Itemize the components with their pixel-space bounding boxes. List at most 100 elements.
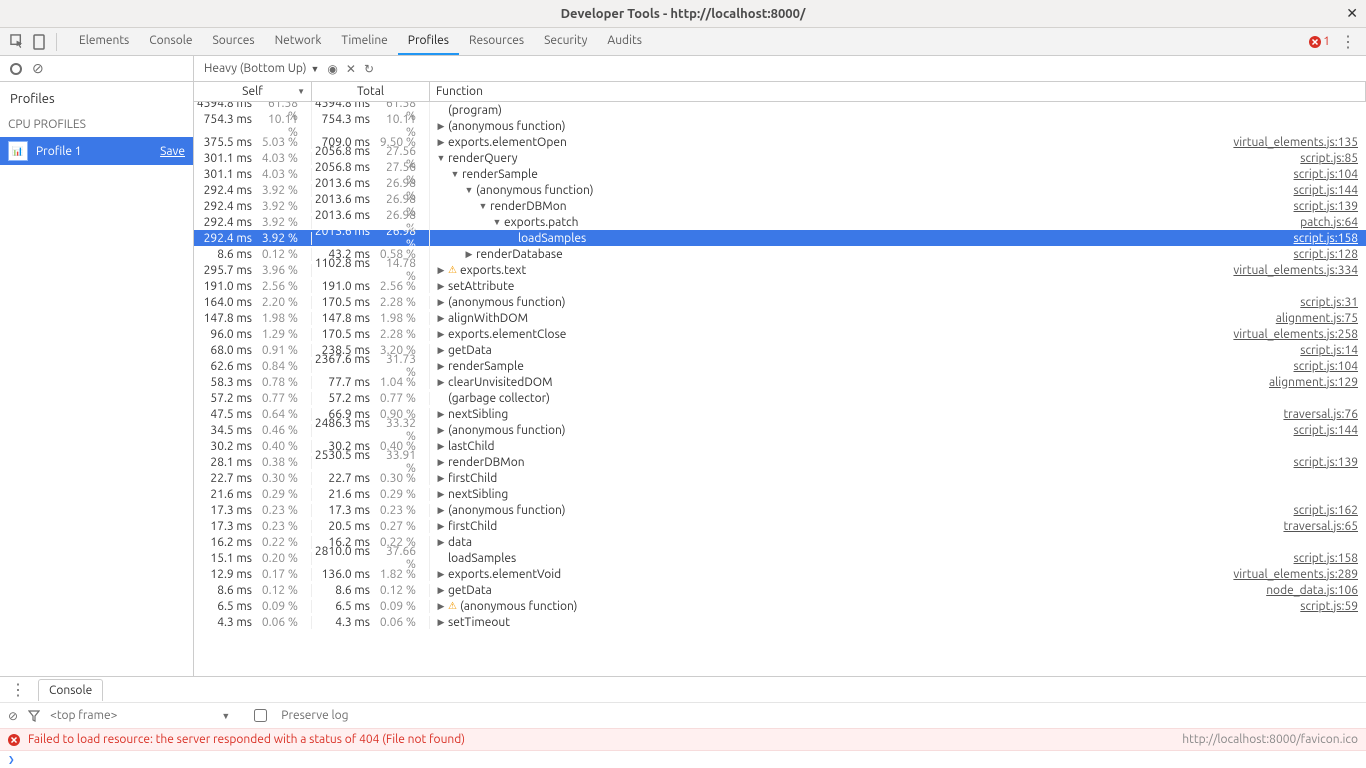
table-row[interactable]: 6.5 ms0.09 %6.5 ms0.09 %▶⚠(anonymous fun…: [194, 598, 1366, 614]
source-link[interactable]: virtual_elements.js:135: [1233, 136, 1366, 149]
col-total[interactable]: Total: [312, 82, 430, 101]
tab-profiles[interactable]: Profiles: [398, 28, 459, 55]
frame-selector[interactable]: <top frame> ▼: [50, 709, 230, 722]
table-row[interactable]: 191.0 ms2.56 %191.0 ms2.56 %▶setAttribut…: [194, 278, 1366, 294]
console-error-row[interactable]: Failed to load resource: the server resp…: [0, 728, 1366, 751]
filter-icon[interactable]: [28, 710, 40, 722]
source-link[interactable]: virtual_elements.js:258: [1233, 328, 1366, 341]
table-row[interactable]: 22.7 ms0.30 %22.7 ms0.30 %▶firstChild: [194, 470, 1366, 486]
expander-icon[interactable]: ▶: [436, 137, 446, 148]
preserve-log-checkbox[interactable]: [254, 709, 267, 722]
source-link[interactable]: script.js:31: [1300, 296, 1366, 309]
expander-icon[interactable]: ▶: [436, 537, 446, 548]
expander-icon[interactable]: ▶: [436, 617, 446, 628]
table-row[interactable]: 147.8 ms1.98 %147.8 ms1.98 %▶alignWithDO…: [194, 310, 1366, 326]
source-link[interactable]: script.js:162: [1294, 504, 1366, 517]
profile-grid[interactable]: Self Total Function 4594.8 ms61.58 %4594…: [194, 82, 1366, 676]
tab-resources[interactable]: Resources: [459, 28, 534, 55]
source-link[interactable]: script.js:139: [1294, 456, 1366, 469]
table-row[interactable]: 58.3 ms0.78 %77.7 ms1.04 %▶clearUnvisite…: [194, 374, 1366, 390]
source-link[interactable]: patch.js:64: [1300, 216, 1366, 229]
expander-icon[interactable]: ▼: [478, 201, 488, 211]
console-prompt[interactable]: ❯: [0, 751, 1366, 768]
expander-icon[interactable]: ▶: [436, 601, 446, 612]
expander-icon[interactable]: ▶: [436, 409, 446, 420]
table-row[interactable]: 28.1 ms0.38 %2530.5 ms33.91 %▶renderDBMo…: [194, 454, 1366, 470]
table-row[interactable]: 17.3 ms0.23 %20.5 ms0.27 %▶firstChildtra…: [194, 518, 1366, 534]
source-link[interactable]: script.js:158: [1294, 232, 1366, 245]
source-link[interactable]: traversal.js:65: [1283, 520, 1366, 533]
expander-icon[interactable]: ▶: [436, 585, 446, 596]
source-link[interactable]: virtual_elements.js:289: [1233, 568, 1366, 581]
clear-console-icon[interactable]: ⊘: [8, 709, 18, 723]
refresh-icon[interactable]: ↻: [364, 62, 374, 76]
table-row[interactable]: 164.0 ms2.20 %170.5 ms2.28 %▶(anonymous …: [194, 294, 1366, 310]
expander-icon[interactable]: ▶: [436, 281, 446, 292]
source-link[interactable]: script.js:104: [1294, 168, 1366, 181]
source-link[interactable]: script.js:14: [1300, 344, 1366, 357]
expander-icon[interactable]: ▶: [436, 361, 446, 372]
source-link[interactable]: traversal.js:76: [1283, 408, 1366, 421]
source-link[interactable]: node_data.js:106: [1266, 584, 1366, 597]
table-row[interactable]: 62.6 ms0.84 %2367.6 ms31.73 %▶renderSamp…: [194, 358, 1366, 374]
table-row[interactable]: 57.2 ms0.77 %57.2 ms0.77 %(garbage colle…: [194, 390, 1366, 406]
source-link[interactable]: script.js:144: [1294, 424, 1366, 437]
table-row[interactable]: 21.6 ms0.29 %21.6 ms0.29 %▶nextSibling: [194, 486, 1366, 502]
table-row[interactable]: 15.1 ms0.20 %2810.0 ms37.66 %loadSamples…: [194, 550, 1366, 566]
close-icon[interactable]: ✕: [346, 62, 356, 76]
tab-elements[interactable]: Elements: [69, 28, 139, 55]
menu-icon[interactable]: ⋮: [1336, 32, 1360, 51]
table-row[interactable]: 96.0 ms1.29 %170.5 ms2.28 %▶exports.elem…: [194, 326, 1366, 342]
table-row[interactable]: 292.4 ms3.92 %2013.6 ms26.98 %loadSample…: [194, 230, 1366, 246]
source-link[interactable]: script.js:59: [1300, 600, 1366, 613]
table-row[interactable]: 17.3 ms0.23 %17.3 ms0.23 %▶(anonymous fu…: [194, 502, 1366, 518]
source-link[interactable]: script.js:139: [1294, 200, 1366, 213]
col-self[interactable]: Self: [194, 82, 312, 101]
expander-icon[interactable]: ▶: [436, 297, 446, 308]
expander-icon[interactable]: ▶: [436, 121, 446, 132]
expander-icon[interactable]: ▼: [492, 217, 502, 227]
device-icon[interactable]: [28, 31, 50, 53]
expander-icon[interactable]: ▼: [464, 185, 474, 195]
expander-icon[interactable]: ▶: [436, 313, 446, 324]
save-link[interactable]: Save: [160, 145, 185, 158]
table-row[interactable]: 4.3 ms0.06 %4.3 ms0.06 %▶setTimeout: [194, 614, 1366, 630]
tab-timeline[interactable]: Timeline: [331, 28, 397, 55]
focus-icon[interactable]: ◉: [327, 62, 337, 76]
expander-icon[interactable]: ▼: [436, 153, 446, 163]
expander-icon[interactable]: ▶: [436, 473, 446, 484]
view-mode-dropdown[interactable]: Heavy (Bottom Up) ▼: [204, 62, 319, 75]
source-link[interactable]: alignment.js:75: [1276, 312, 1366, 325]
expander-icon[interactable]: ▶: [436, 489, 446, 500]
clear-icon[interactable]: ⊘: [32, 60, 44, 77]
source-link[interactable]: script.js:144: [1294, 184, 1366, 197]
inspect-icon[interactable]: [6, 31, 28, 53]
source-link[interactable]: script.js:104: [1294, 360, 1366, 373]
table-row[interactable]: 754.3 ms10.11 %754.3 ms10.11 %▶(anonymou…: [194, 118, 1366, 134]
table-row[interactable]: 295.7 ms3.96 %1102.8 ms14.78 %▶⚠exports.…: [194, 262, 1366, 278]
expander-icon[interactable]: ▶: [436, 377, 446, 388]
expander-icon[interactable]: ▶: [436, 521, 446, 532]
source-link[interactable]: virtual_elements.js:334: [1233, 264, 1366, 277]
expander-icon[interactable]: ▶: [436, 505, 446, 516]
source-link[interactable]: alignment.js:129: [1269, 376, 1366, 389]
drawer-menu-icon[interactable]: ⋮: [6, 680, 30, 699]
table-row[interactable]: 34.5 ms0.46 %2486.3 ms33.32 %▶(anonymous…: [194, 422, 1366, 438]
source-link[interactable]: script.js:128: [1294, 248, 1366, 261]
tab-audits[interactable]: Audits: [597, 28, 652, 55]
source-link[interactable]: script.js:85: [1300, 152, 1366, 165]
expander-icon[interactable]: ▶: [436, 329, 446, 340]
tab-console[interactable]: Console: [139, 28, 202, 55]
tab-network[interactable]: Network: [265, 28, 332, 55]
expander-icon[interactable]: ▶: [436, 345, 446, 356]
tab-sources[interactable]: Sources: [202, 28, 264, 55]
drawer-tab-console[interactable]: Console: [38, 679, 103, 701]
source-link[interactable]: script.js:158: [1294, 552, 1366, 565]
error-count-badge[interactable]: 1: [1309, 35, 1330, 48]
expander-icon[interactable]: ▶: [436, 569, 446, 580]
table-row[interactable]: 8.6 ms0.12 %8.6 ms0.12 %▶getDatanode_dat…: [194, 582, 1366, 598]
expander-icon[interactable]: ▶: [436, 457, 446, 468]
table-row[interactable]: 12.9 ms0.17 %136.0 ms1.82 %▶exports.elem…: [194, 566, 1366, 582]
expander-icon[interactable]: ▶: [436, 425, 446, 436]
expander-icon[interactable]: ▼: [450, 169, 460, 179]
